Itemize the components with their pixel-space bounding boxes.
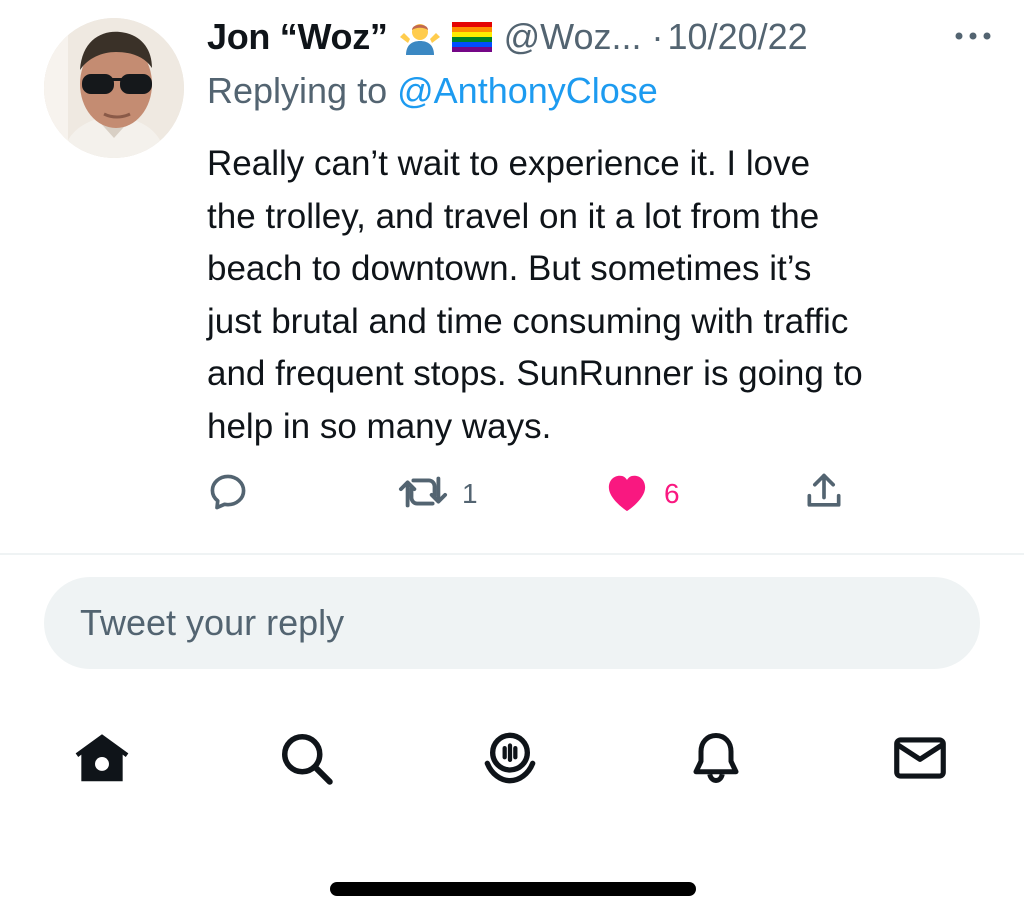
reply-icon [206, 470, 250, 519]
more-options-icon[interactable] [949, 16, 997, 56]
messages-icon [889, 727, 951, 794]
retweet-count: 1 [462, 478, 478, 509]
rainbow-flag-emoji [451, 22, 492, 52]
person-shrugging-emoji [399, 19, 440, 55]
nav-search-button[interactable] [274, 728, 338, 792]
tweet-text: Really can’t wait to experience it. I lo… [207, 144, 863, 446]
share-button[interactable] [802, 470, 846, 518]
author-photo [44, 18, 184, 158]
heart-icon [604, 471, 650, 518]
replying-to-handle-link[interactable]: @AnthonyClose [397, 70, 658, 111]
replying-to: Replying to @AnthonyClose [207, 70, 658, 112]
home-indicator[interactable] [330, 882, 696, 896]
header-separator: · [651, 16, 664, 57]
divider [0, 553, 1024, 555]
like-count: 6 [664, 478, 680, 509]
reply-button[interactable] [206, 470, 264, 518]
author-display-name[interactable]: Jon “Woz” [207, 16, 388, 58]
tweet-date[interactable]: 10/20/22 [668, 16, 808, 58]
search-icon [276, 728, 336, 793]
nav-notifications-button[interactable] [684, 728, 748, 792]
replying-to-label: Replying to [207, 70, 388, 111]
tweet-header: Jon “Woz” @Woz... · 10/20/22 [207, 12, 997, 62]
reply-composer[interactable] [44, 577, 980, 669]
nav-spaces-button[interactable] [478, 728, 542, 792]
reply-input[interactable] [78, 601, 962, 645]
home-icon [71, 727, 133, 794]
author-handle[interactable]: @Woz... [504, 16, 642, 58]
nav-home-button[interactable] [70, 728, 134, 792]
author-avatar[interactable] [44, 18, 184, 158]
spaces-icon [478, 726, 542, 795]
retweet-button[interactable]: 1 [398, 470, 478, 518]
nav-messages-button[interactable] [888, 728, 952, 792]
share-icon [802, 470, 846, 519]
retweet-icon [398, 470, 448, 519]
notifications-icon [686, 728, 746, 793]
like-button[interactable]: 6 [604, 470, 680, 518]
